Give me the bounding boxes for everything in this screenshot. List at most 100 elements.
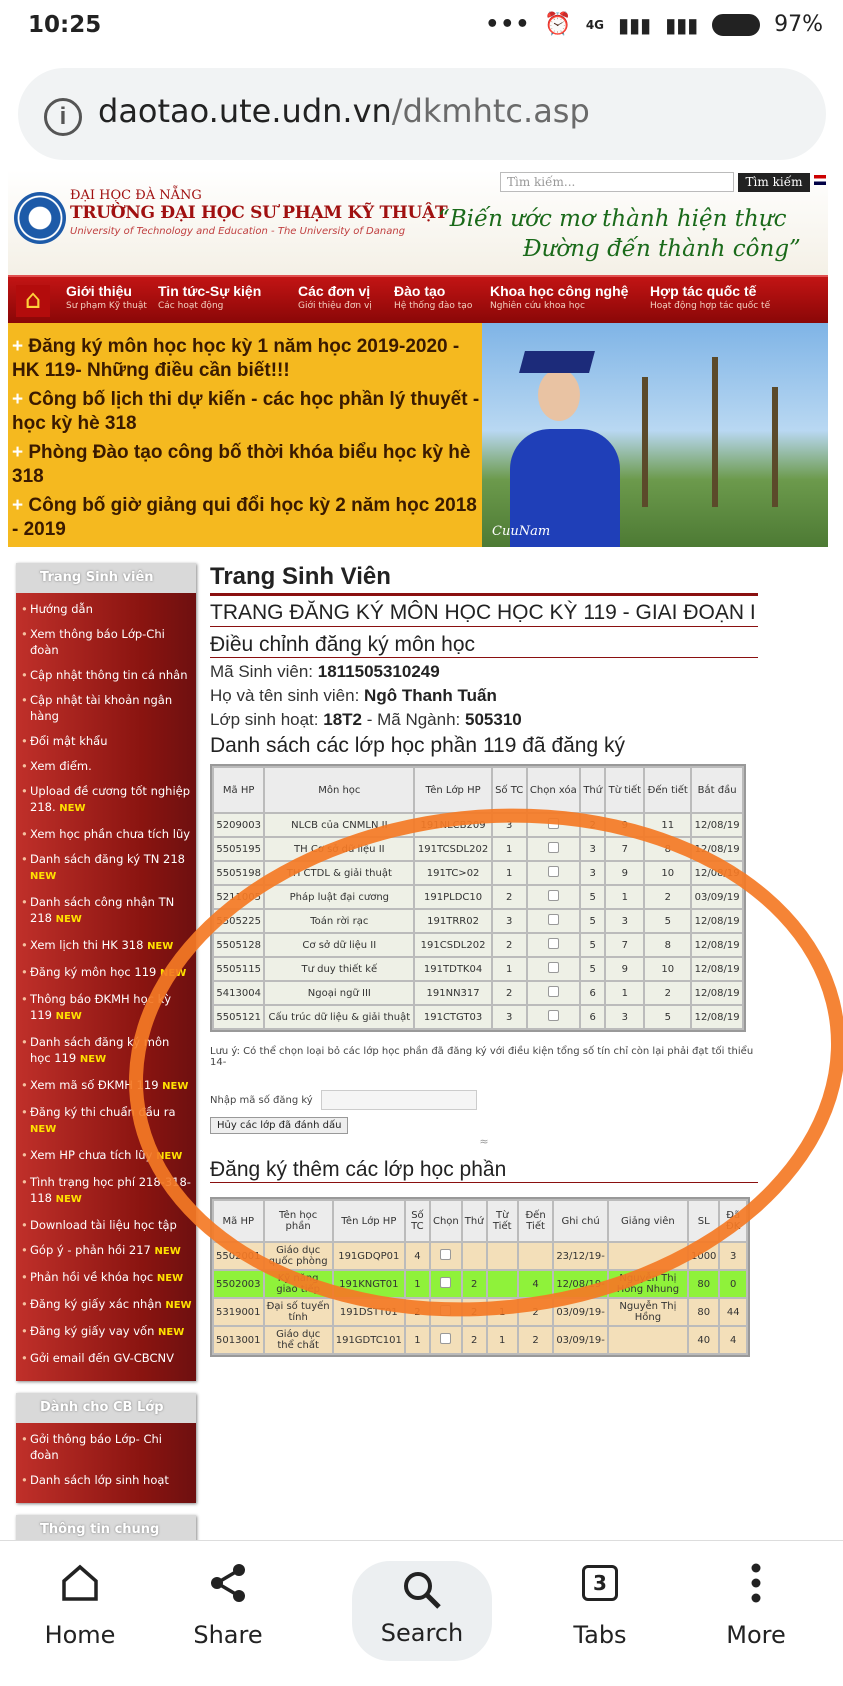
news-item[interactable]: + Phòng Đào tạo công bố thời khóa biểu h… xyxy=(12,441,480,489)
home-button[interactable]: Home xyxy=(10,1555,150,1649)
sidebar-item[interactable]: Đăng ký giấy xác nhận NEW xyxy=(16,1292,196,1319)
clock: 10:25 xyxy=(28,12,102,38)
tabs-icon: 3 xyxy=(582,1565,618,1601)
sidebar-box-general: Thông tin chung Hướng dẫn ĐKMH NEWChương… xyxy=(16,1515,196,1540)
more-icon xyxy=(751,1563,761,1603)
nav-item-khoa-hoc[interactable]: Khoa học công nghệ Nghiên cứu khoa học xyxy=(490,283,628,311)
url-text[interactable]: daotao.ute.udn.vn/dkmhtc.asp xyxy=(98,92,590,130)
table-cell: 191GDTC101 xyxy=(333,1327,404,1353)
tabs-button[interactable]: 3 Tabs xyxy=(530,1555,670,1649)
student-class: Lớp sinh hoạt: 18T2 - Mã Ngành: 505310 xyxy=(210,710,522,729)
sidebar-item[interactable]: Hướng dẫn xyxy=(16,597,196,622)
web-page: Tìm kiếm... Tìm kiếm UTE ĐẠI HỌC ĐÀ NẴNG… xyxy=(0,170,843,1540)
university-parent: ĐẠI HỌC ĐÀ NẴNG xyxy=(70,188,202,203)
site-container: Tìm kiếm... Tìm kiếm UTE ĐẠI HỌC ĐÀ NẴNG… xyxy=(8,170,843,1540)
column-header: Tên Lớp HP xyxy=(415,768,491,812)
university-logo[interactable]: UTE xyxy=(14,192,66,244)
sidebar-box-title: Thông tin chung xyxy=(16,1515,196,1540)
university-name: TRƯỜNG ĐẠI HỌC SƯ PHẠM KỸ THUẬT xyxy=(70,203,448,223)
sidebar-item[interactable]: Cập nhật tài khoản ngân hàng xyxy=(16,688,196,729)
nav-item-don-vi[interactable]: Các đơn vị Giới thiệu đơn vị xyxy=(298,283,372,311)
english-flag-icon[interactable] xyxy=(814,175,826,185)
sidebar-item[interactable]: Gởi email đến GV-CBCNV xyxy=(16,1346,196,1371)
more-dots-icon: ••• xyxy=(485,12,531,37)
share-icon xyxy=(211,1564,245,1602)
table-cell: 5209003 xyxy=(214,814,264,836)
select-checkbox[interactable] xyxy=(430,1327,461,1353)
site-search-input[interactable]: Tìm kiếm... xyxy=(500,172,734,192)
column-header: Bắt đầu xyxy=(692,768,742,812)
home-icon xyxy=(62,1564,98,1601)
nav-item-dao-tao[interactable]: Đào tạo Hệ thống đào tạo xyxy=(394,283,472,311)
sidebar-item[interactable]: Góp ý - phản hồi 217 NEW xyxy=(16,1238,196,1265)
new-badge-icon: NEW xyxy=(147,941,174,952)
news-item[interactable]: + Đăng ký môn học học kỳ 1 năm học 2019-… xyxy=(12,335,480,383)
sidebar-item[interactable]: Danh sách đăng ký TN 218 NEW xyxy=(16,847,196,890)
new-badge-icon: NEW xyxy=(55,1011,82,1022)
nav-item-gioi-thieu[interactable]: Giới thiệu Sư phạm Kỹ thuật xyxy=(66,283,147,311)
sidebar-item[interactable]: Upload đề cương tốt nghiệp 218. NEW xyxy=(16,779,196,822)
battery-icon xyxy=(712,13,761,36)
table-cell: Nguyễn Thị Hồng xyxy=(608,1299,687,1325)
sidebar-item[interactable]: Cập nhật thông tin cá nhân xyxy=(16,663,196,688)
more-button[interactable]: More xyxy=(686,1555,826,1649)
photo-signature: CuuNam xyxy=(492,524,551,539)
sidebar-item[interactable]: Gởi thông báo Lớp- Chi đoàn xyxy=(16,1427,196,1468)
site-info-icon[interactable]: i xyxy=(44,98,82,136)
slogan-line-2: Đường đến thành công” xyxy=(523,236,801,262)
network-label: 4G xyxy=(585,17,605,32)
sidebar-item[interactable]: Phản hồi về khóa học NEW xyxy=(16,1265,196,1292)
page-title: Trang Sinh Viên xyxy=(210,563,758,596)
table-cell xyxy=(608,1327,687,1353)
sidebar-item[interactable]: Xem điểm. xyxy=(16,754,196,779)
column-header: Số TC xyxy=(492,768,526,812)
news-item[interactable]: + Công bố giờ giảng qui đổi học kỳ 2 năm… xyxy=(12,494,480,542)
graduate-photo: CuuNam xyxy=(482,323,828,547)
table-cell: Giáo dục thể chất xyxy=(264,1327,332,1353)
news-banner: + Đăng ký môn học học kỳ 1 năm học 2019-… xyxy=(8,323,828,547)
home-icon[interactable]: ⌂ xyxy=(16,285,50,317)
student-id: Mã Sinh viên: 1811505310249 xyxy=(210,662,440,681)
sidebar-item[interactable]: Xem học phần chưa tích lũy xyxy=(16,822,196,847)
new-badge-icon: NEW xyxy=(165,1300,192,1311)
slogan: “Biến ước mơ thành hiện thực Đường đến t… xyxy=(438,204,801,264)
new-badge-icon: NEW xyxy=(158,1327,185,1338)
column-header: Mã HP xyxy=(214,768,264,812)
table-cell: 5502003 xyxy=(214,1271,263,1297)
page-subtitle: TRANG ĐĂNG KÝ MÔN HỌC HỌC KỲ 119 - GIAI … xyxy=(210,600,758,627)
signal-icon-2: ▮▮▮ xyxy=(665,12,699,37)
slogan-line-1: “Biến ước mơ thành hiện thực xyxy=(438,206,787,232)
table-cell: 80 xyxy=(688,1299,719,1325)
news-list: + Đăng ký môn học học kỳ 1 năm học 2019-… xyxy=(12,335,480,547)
sidebar-box-title: Dành cho CB Lớp xyxy=(16,1393,196,1423)
sidebar-box-title: Trang Sinh viên xyxy=(16,563,196,593)
news-item[interactable]: + Công bố lịch thi dự kiến - các học phầ… xyxy=(12,388,480,436)
checkbox[interactable] xyxy=(440,1333,452,1344)
new-badge-icon: NEW xyxy=(55,914,82,925)
sidebar-item[interactable]: Đăng ký giấy vay vốn NEW xyxy=(16,1319,196,1346)
sidebar-item[interactable]: Danh sách công nhận TN 218 NEW xyxy=(16,890,196,933)
search-icon xyxy=(404,1572,441,1609)
sidebar-item[interactable]: Xem thông báo Lớp-Chi đoàn xyxy=(16,622,196,663)
sidebar-item[interactable]: Xem lịch thi HK 318 NEW xyxy=(16,933,196,960)
table-cell: 2 xyxy=(462,1327,486,1353)
sidebar-item[interactable]: Đổi mật khẩu xyxy=(16,729,196,754)
share-button[interactable]: Share xyxy=(158,1555,298,1649)
sidebar-item[interactable]: Download tài liệu học tập xyxy=(16,1213,196,1238)
nav-item-tin-tuc[interactable]: Tin tức-Sự kiện Các hoạt động xyxy=(158,283,261,311)
table-cell: 40 xyxy=(688,1327,719,1353)
address-bar[interactable]: i daotao.ute.udn.vn/dkmhtc.asp xyxy=(18,68,826,160)
search-button[interactable]: Search xyxy=(352,1561,492,1661)
sidebar-item[interactable]: Danh sách lớp sinh hoạt xyxy=(16,1468,196,1493)
new-badge-icon: NEW xyxy=(59,803,86,814)
url-domain: daotao.ute.udn.vn xyxy=(98,92,392,130)
new-badge-icon: NEW xyxy=(30,1124,57,1135)
nav-item-hop-tac[interactable]: Hợp tác quốc tế Hoạt động hợp tác quốc tế xyxy=(650,283,770,311)
table-cell: 03/09/19- xyxy=(554,1327,607,1353)
registered-heading: Danh sách các lớp học phần 119 đã đăng k… xyxy=(210,734,625,757)
site-search-button[interactable]: Tìm kiếm xyxy=(738,173,810,192)
signal-icon: ▮▮▮ xyxy=(618,12,652,37)
site-header: Tìm kiếm... Tìm kiếm UTE ĐẠI HỌC ĐÀ NẴNG… xyxy=(8,170,828,275)
table-row: 5013001 Giáo dục thể chất 191GDTC101 1 2 1 2 03… xyxy=(214,1327,746,1353)
university-name-en: University of Technology and Education -… xyxy=(70,226,406,237)
